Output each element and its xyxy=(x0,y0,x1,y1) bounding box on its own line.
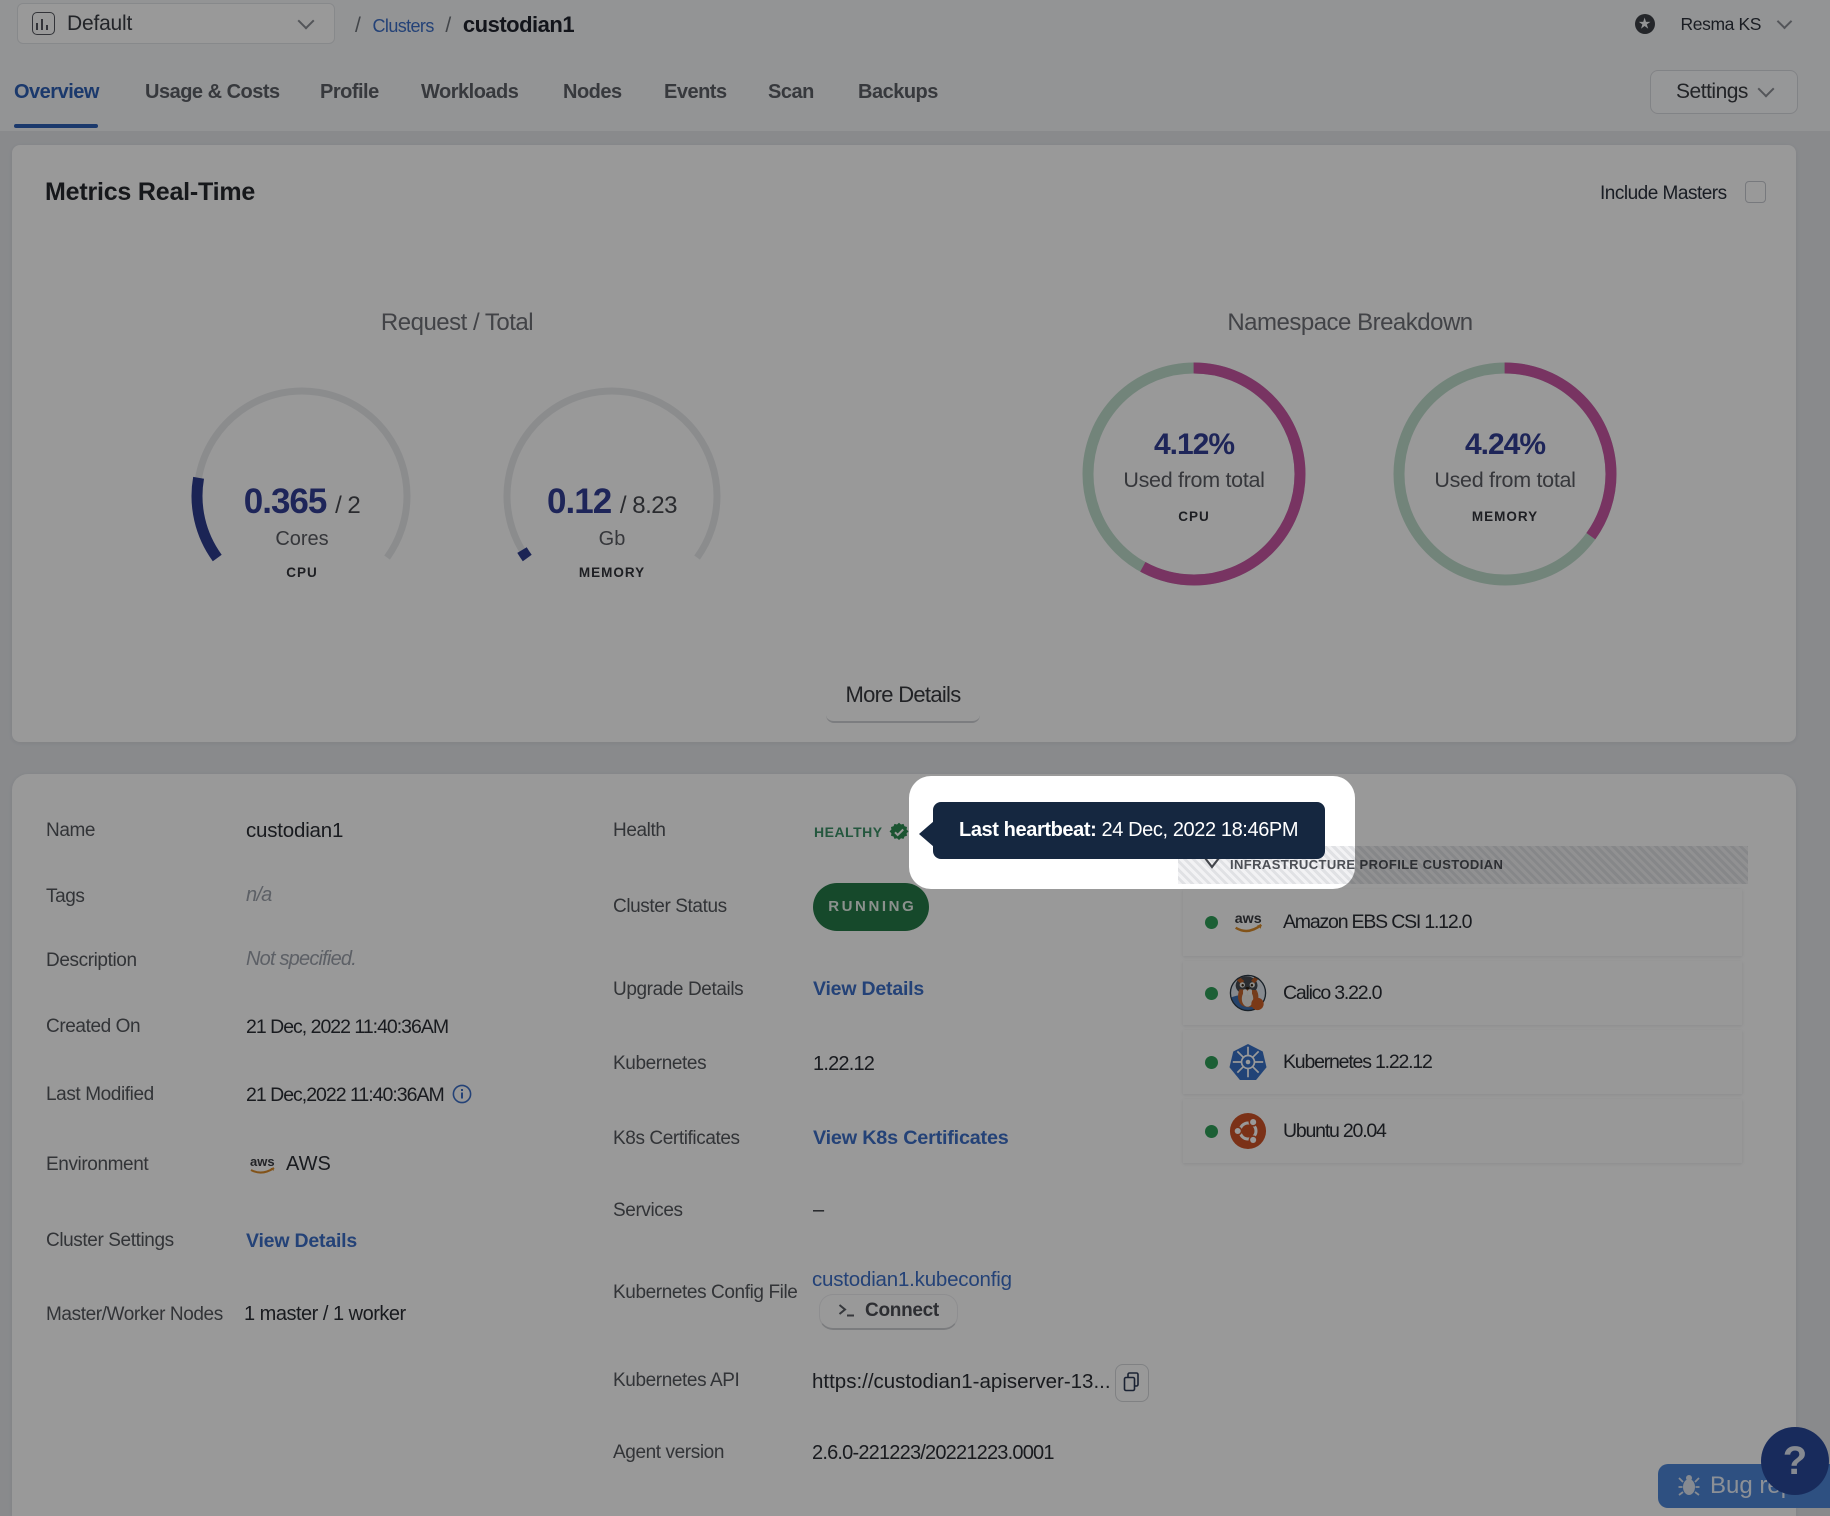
svg-text:aws: aws xyxy=(1235,911,1262,927)
svg-text:aws: aws xyxy=(250,1154,275,1169)
